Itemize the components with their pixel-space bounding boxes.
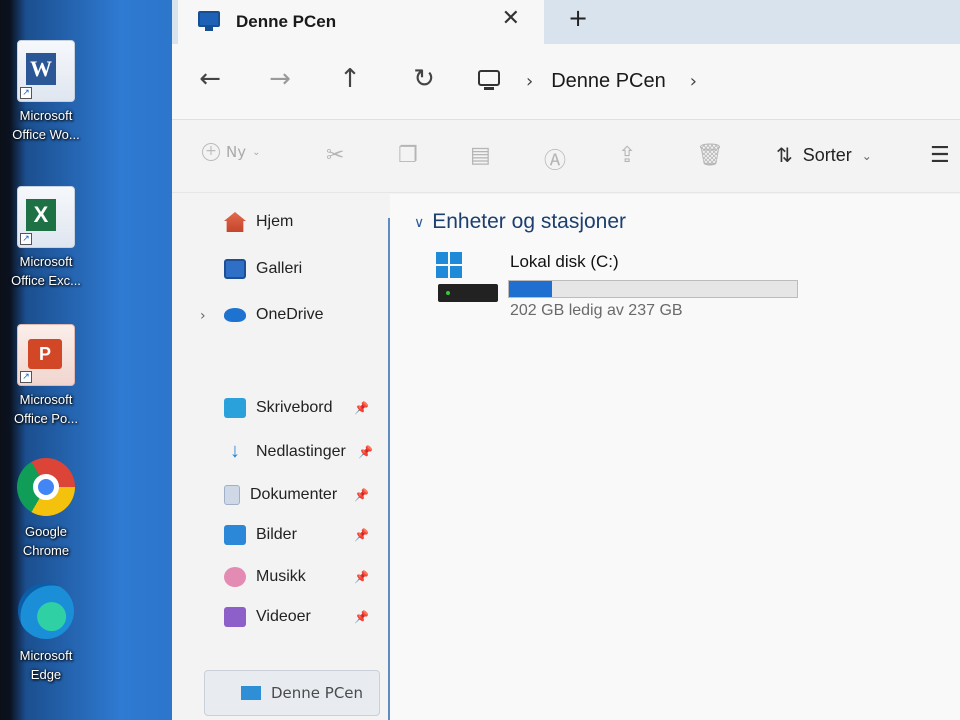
nav-item-label: Musikk <box>256 568 306 585</box>
nav-item-documents[interactable]: Dokumenter 📌 <box>224 485 369 505</box>
breadcrumb-location[interactable]: Denne PCen <box>551 70 666 93</box>
nav-item-this-pc[interactable]: Denne PCen <box>204 670 380 716</box>
home-icon <box>224 212 246 232</box>
pin-icon: 📌 <box>354 488 369 502</box>
delete-icon[interactable]: 🗑 <box>696 143 724 168</box>
this-pc-icon <box>241 686 261 700</box>
nav-item-label: Dokumenter <box>250 486 338 503</box>
desktop-icon-word[interactable]: W ↗ Microsoft Office Wo... <box>4 40 88 144</box>
desktop-icon-chrome[interactable]: Google Chrome <box>4 456 88 560</box>
chevron-down-icon: ∨ <box>414 213 425 230</box>
pin-icon: 📌 <box>354 401 369 415</box>
chevron-down-icon: ⌄ <box>861 148 872 163</box>
desktop-icon-label: Google Chrome <box>22 524 70 558</box>
pin-icon: 📌 <box>354 610 369 624</box>
desktop-icon-label: Microsoft Office Wo... <box>12 108 80 142</box>
word-icon: W ↗ <box>17 40 75 102</box>
nav-item-label: Skrivebord <box>256 399 333 416</box>
nav-item-onedrive[interactable]: OneDrive <box>224 306 324 324</box>
nav-item-downloads[interactable]: ↓ Nedlastinger 📌 <box>224 440 373 462</box>
desktop-icon-label: Microsoft Office Po... <box>13 392 79 426</box>
nav-item-label: Bilder <box>256 526 297 543</box>
drive-usage-bar <box>508 280 798 298</box>
breadcrumb-chevron-icon[interactable]: › <box>690 71 697 92</box>
shortcut-arrow-icon: ↗ <box>20 371 32 383</box>
group-title: Enheter og stasjoner <box>432 210 627 233</box>
share-icon[interactable]: ⇪ <box>618 143 636 168</box>
this-pc-icon <box>476 68 504 94</box>
plus-icon: + <box>202 143 220 161</box>
tab-this-pc[interactable]: Denne PCen ✕ <box>178 0 544 44</box>
nav-item-gallery[interactable]: Galleri <box>224 259 302 279</box>
breadcrumb-chevron-icon[interactable]: › <box>526 71 533 92</box>
sort-button[interactable]: ⇅ Sorter ⌄ <box>776 143 872 168</box>
refresh-icon[interactable]: ↻ <box>406 64 442 94</box>
group-header[interactable]: ∨ Enheter og stasjoner <box>414 210 626 234</box>
rename-icon[interactable]: Ⓐ <box>544 143 566 175</box>
edge-icon <box>15 580 77 642</box>
copy-icon[interactable]: ❐ <box>398 143 418 168</box>
desktop-icon-excel[interactable]: X ↗ Microsoft Office Exc... <box>4 186 88 290</box>
sort-icon: ⇅ <box>776 145 793 167</box>
hard-drive-icon <box>438 284 498 302</box>
nav-item-label: Hjem <box>256 213 294 230</box>
new-tab-button[interactable]: + <box>568 4 588 32</box>
nav-item-videos[interactable]: Videoer 📌 <box>224 607 369 627</box>
command-bar: + Ny ⌄ ✂ ❐ ▤ Ⓐ ⇪ 🗑 ⇅ Sorter ⌄ ☰ <box>172 121 960 193</box>
nav-item-label: Videoer <box>256 608 311 625</box>
pictures-icon <box>224 525 246 545</box>
file-explorer-window: Denne PCen ✕ + ← → ↑ ↻ › Denne PCen › + … <box>172 0 960 720</box>
gallery-icon <box>224 259 246 279</box>
nav-item-label: Nedlastinger <box>256 443 346 460</box>
new-button[interactable]: + Ny ⌄ <box>202 143 261 161</box>
drive-name: Lokal disk (C:) <box>510 252 619 271</box>
nav-item-music[interactable]: Musikk 📌 <box>224 567 369 587</box>
nav-item-home[interactable]: Hjem <box>224 212 293 232</box>
videos-icon <box>224 607 246 627</box>
desktop-icon-edge[interactable]: Microsoft Edge <box>4 580 88 684</box>
chrome-icon <box>15 456 77 518</box>
music-icon <box>224 567 246 587</box>
forward-arrow-icon[interactable]: → <box>262 64 298 94</box>
this-pc-icon <box>196 11 222 33</box>
shortcut-arrow-icon: ↗ <box>20 233 32 245</box>
pin-icon: 📌 <box>354 528 369 542</box>
up-arrow-icon[interactable]: ↑ <box>332 64 368 94</box>
address-bar: ← → ↑ ↻ › Denne PCen › <box>172 44 960 120</box>
tab-title: Denne PCen <box>236 12 337 31</box>
back-arrow-icon[interactable]: ← <box>192 64 228 94</box>
nav-item-label: OneDrive <box>256 306 324 323</box>
drive-free-space: 202 GB ledig av 237 GB <box>510 302 683 319</box>
desktop-icon-label: Microsoft Office Exc... <box>11 254 81 288</box>
drive-usage-fill <box>509 281 552 297</box>
drive-item-c[interactable]: Lokal disk (C:) 202 GB ledig av 237 GB <box>434 246 814 336</box>
excel-icon: X ↗ <box>17 186 75 248</box>
content-pane: ∨ Enheter og stasjoner Lokal disk (C:) 2… <box>390 194 960 720</box>
nav-item-desktop[interactable]: Skrivebord 📌 <box>224 398 369 418</box>
shortcut-arrow-icon: ↗ <box>20 87 32 99</box>
desktop-folder-icon <box>224 398 246 418</box>
nav-item-label: Galleri <box>256 260 303 277</box>
nav-item-label: Denne PCen <box>271 684 364 702</box>
pin-icon: 📌 <box>354 570 369 584</box>
sort-label: Sorter <box>802 145 852 165</box>
cut-icon[interactable]: ✂ <box>326 143 344 168</box>
chevron-down-icon: ⌄ <box>252 146 261 158</box>
breadcrumb[interactable]: › Denne PCen › <box>476 56 715 106</box>
desktop-icon-label: Microsoft Edge <box>19 648 73 682</box>
new-label: Ny <box>226 143 247 161</box>
download-icon: ↓ <box>230 440 240 462</box>
nav-item-pictures[interactable]: Bilder 📌 <box>224 525 369 545</box>
close-tab-icon[interactable]: ✕ <box>502 6 520 31</box>
windows-logo-icon <box>436 252 462 278</box>
powerpoint-icon: P ↗ <box>17 324 75 386</box>
documents-icon <box>224 485 240 505</box>
paste-icon[interactable]: ▤ <box>470 143 491 168</box>
pin-icon: 📌 <box>358 445 373 459</box>
view-options-icon[interactable]: ☰ <box>930 143 950 168</box>
desktop-icon-powerpoint[interactable]: P ↗ Microsoft Office Po... <box>4 324 88 428</box>
expand-chevron-icon[interactable]: › <box>200 308 206 324</box>
tab-bar: Denne PCen ✕ + <box>172 0 960 44</box>
onedrive-cloud-icon <box>224 308 246 322</box>
